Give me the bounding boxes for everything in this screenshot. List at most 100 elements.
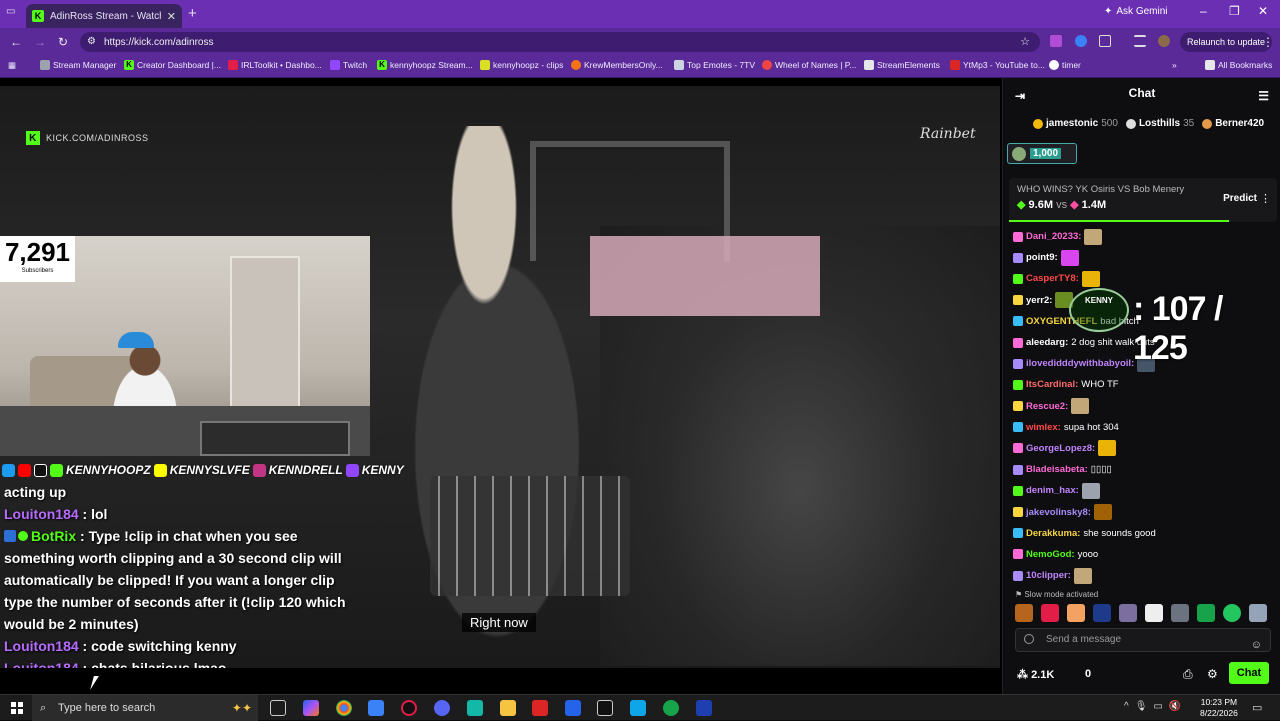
emote[interactable]	[1119, 604, 1137, 622]
site-info-icon[interactable]: ⚙	[87, 36, 96, 47]
outlook-icon[interactable]	[630, 700, 646, 716]
prediction-menu-icon[interactable]: ⋮	[1260, 192, 1271, 205]
extensions-puzzle-icon[interactable]	[1099, 35, 1111, 47]
extension-icon[interactable]	[1050, 35, 1062, 47]
emoji-picker-icon[interactable]: ☺	[1251, 634, 1262, 656]
profile-avatar[interactable]	[1158, 35, 1170, 47]
microphone-icon[interactable]: 🎙	[1135, 701, 1148, 712]
chat-username[interactable]: ilovedidddywithbabyoil:	[1026, 358, 1134, 369]
chat-identity-icon[interactable]	[1024, 634, 1034, 644]
forward-icon[interactable]: →	[34, 35, 46, 49]
chat-username[interactable]: NemoGod:	[1026, 549, 1075, 560]
emote[interactable]	[1041, 604, 1059, 622]
gifter-item[interactable]: jamestonic 500	[1033, 118, 1118, 129]
bookmark-item[interactable]: Top Emotes - 7TV	[674, 60, 755, 70]
tab-list-icon[interactable]: ▭	[6, 6, 20, 20]
emote[interactable]	[1015, 604, 1033, 622]
bookmark-item[interactable]: Stream Manager	[40, 60, 116, 70]
taskbar-search[interactable]: ⌕ Type here to search ✦✦	[32, 695, 258, 721]
app-icon[interactable]	[401, 700, 417, 716]
relaunch-button[interactable]: Relaunch to update	[1180, 32, 1273, 52]
minimize-icon[interactable]: –	[1200, 4, 1207, 18]
bookmark-item[interactable]: timer	[1049, 60, 1081, 70]
bookmark-star-icon[interactable]: ☆	[1020, 35, 1030, 48]
notifications-icon[interactable]: ▭	[1252, 701, 1262, 714]
chat-username[interactable]: 10clipper:	[1026, 570, 1071, 581]
chat-username[interactable]: Rescue2:	[1026, 401, 1068, 412]
gifter-item[interactable]: Losthills 35	[1125, 118, 1194, 129]
chat-username[interactable]: Derakkuma:	[1026, 528, 1080, 539]
file-explorer-icon[interactable]	[500, 700, 516, 716]
xbox-icon[interactable]	[663, 700, 679, 716]
emote[interactable]	[1171, 604, 1189, 622]
emote[interactable]	[1249, 604, 1267, 622]
bookmark-item[interactable]: KrewMembersOnly...	[571, 60, 663, 70]
chat-username[interactable]: Dani_20233:	[1026, 231, 1081, 242]
chat-send-button[interactable]: Chat	[1229, 662, 1269, 684]
emote[interactable]	[1223, 604, 1241, 622]
active-tab[interactable]: K AdinRoss Stream - Watch L ✕	[26, 4, 182, 28]
ask-gemini-button[interactable]: ✦ Ask Gemini	[1104, 6, 1168, 17]
close-window-icon[interactable]: ✕	[1258, 4, 1268, 18]
chat-settings-icon[interactable]: ⚙	[1207, 667, 1218, 681]
chat-username[interactable]: wimlex:	[1026, 422, 1061, 433]
bookmark-item[interactable]: K Creator Dashboard |...	[124, 60, 221, 70]
apps-grid-icon[interactable]: ▦	[8, 60, 16, 71]
volume-icon[interactable]: 🔇	[1169, 701, 1181, 712]
chat-username[interactable]: point9:	[1026, 252, 1058, 263]
bookmark-item[interactable]: YtMp3 - YouTube to...	[950, 60, 1045, 70]
bookmark-item[interactable]: Twitch	[330, 60, 367, 70]
emote[interactable]	[1197, 604, 1215, 622]
clock[interactable]: 10:23 PM 8/22/2026	[1200, 697, 1238, 719]
tray-overflow-icon[interactable]: ^	[1124, 701, 1129, 712]
discord-icon[interactable]	[434, 700, 450, 716]
tab-close-icon[interactable]: ✕	[167, 10, 176, 23]
restore-icon[interactable]: ❐	[1229, 4, 1240, 18]
chrome-icon[interactable]	[336, 700, 352, 716]
reload-icon[interactable]: ↻	[58, 35, 68, 49]
chat-username[interactable]: denim_hax:	[1026, 485, 1079, 496]
bookmark-item[interactable]: Wheel of Names | P...	[762, 60, 856, 70]
extension-icon[interactable]	[1075, 35, 1087, 47]
emote[interactable]	[1093, 604, 1111, 622]
bookmark-item[interactable]: IRLToolkit • Dashbo...	[228, 60, 322, 70]
browser-menu-icon[interactable]: ⋮	[1262, 35, 1274, 49]
copilot-icon[interactable]	[303, 700, 319, 716]
app-icon[interactable]	[467, 700, 483, 716]
bookmark-item[interactable]: Kkennyhoopz Stream...	[377, 60, 473, 70]
gifter-item[interactable]: Berner420	[1202, 118, 1264, 129]
chat-username[interactable]: yerr2:	[1026, 295, 1052, 306]
media-control-icon[interactable]	[1134, 35, 1146, 47]
app-icon[interactable]	[565, 700, 581, 716]
windows-start-icon[interactable]	[11, 702, 23, 714]
app-icon[interactable]	[532, 700, 548, 716]
bookmark-item[interactable]: kennyhoopz - clips	[480, 60, 563, 70]
network-icon[interactable]: ▭	[1153, 701, 1162, 712]
send-message-input[interactable]: Send a message ☺	[1015, 628, 1271, 652]
all-bookmarks[interactable]: All Bookmarks	[1205, 60, 1272, 70]
chat-username[interactable]: GeorgeLopez8:	[1026, 443, 1095, 454]
chat-username[interactable]: aleedarg:	[1026, 337, 1068, 348]
bookmark-item[interactable]: StreamElements	[864, 60, 940, 70]
app-icon[interactable]	[696, 700, 712, 716]
collapse-chat-icon[interactable]: ⇥	[1015, 89, 1025, 103]
back-icon[interactable]: ←	[10, 35, 22, 49]
chat-users-icon[interactable]: ☰	[1258, 89, 1269, 103]
chat-username[interactable]: ItsCardinal:	[1026, 379, 1078, 390]
stream-video-player[interactable]: K KICK.COM/ADINROSS Rainbet 7,291 Subscri…	[0, 86, 1000, 668]
task-view-icon[interactable]	[270, 700, 286, 716]
bookmarks-overflow-icon[interactable]: »	[1172, 60, 1177, 70]
chat-username[interactable]: CasperTY8:	[1026, 273, 1079, 284]
store-icon[interactable]	[368, 700, 384, 716]
emote[interactable]	[1067, 604, 1085, 622]
url-text[interactable]: https://kick.com/adinross	[104, 37, 213, 48]
kick-points[interactable]: ⁂ 2.1K	[1017, 668, 1054, 681]
emote[interactable]	[1145, 604, 1163, 622]
pinned-gift-pill[interactable]: 1,000	[1007, 143, 1077, 164]
chat-username[interactable]: jakevolinsky8:	[1026, 507, 1091, 518]
new-tab-button[interactable]: +	[188, 5, 197, 22]
gift-icon[interactable]: ⎙	[1183, 667, 1193, 682]
omnibox[interactable]: ⚙ https://kick.com/adinross ☆	[80, 32, 1040, 52]
capcut-icon[interactable]	[597, 700, 613, 716]
chat-username[interactable]: Bladeisabeta:	[1026, 464, 1088, 475]
